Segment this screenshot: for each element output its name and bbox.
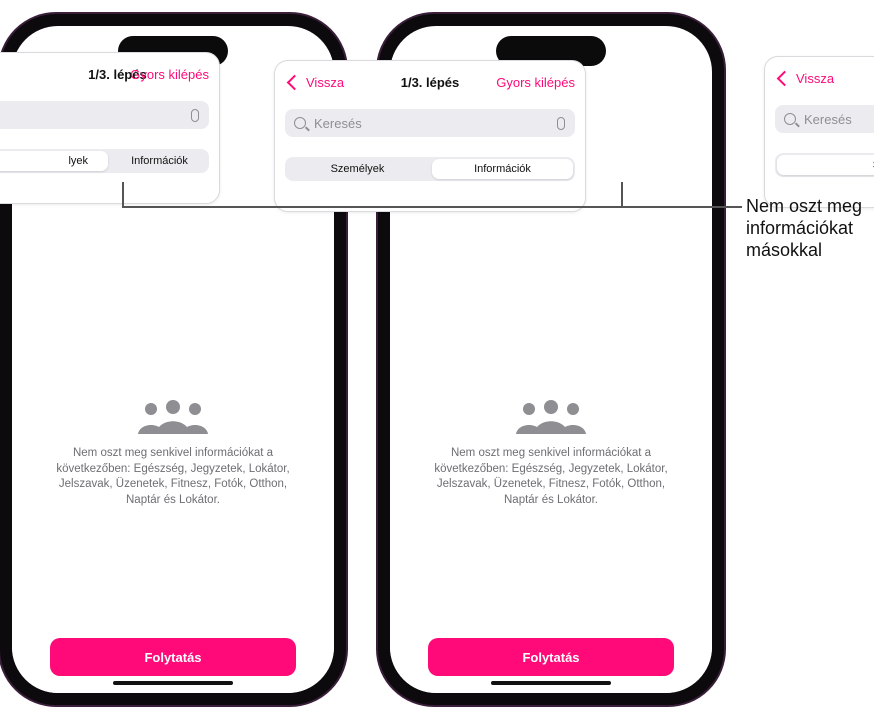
screen-content: Nem oszt meg senkivel információkat a kö… bbox=[12, 186, 334, 693]
search-placeholder: Keresés bbox=[314, 115, 362, 131]
callout-line-left-tick bbox=[122, 182, 124, 207]
search-placeholder: Keresés bbox=[804, 111, 852, 127]
callout-label: Nem oszt meg információkat másokkal bbox=[746, 195, 862, 261]
header-card-left: 1/3. lépés Gyors kilépés lyek Információ… bbox=[0, 52, 220, 204]
nav-bar: Vissza 1/3. lépés Gyors kilépés bbox=[285, 74, 575, 95]
segmented-control: lyek Információk bbox=[0, 149, 209, 173]
quick-exit-button[interactable]: Gyors kilépés bbox=[130, 67, 209, 82]
search-icon bbox=[294, 117, 306, 129]
callout-line-2: információkat bbox=[746, 218, 854, 238]
screen-content: Nem oszt meg senkivel információkat a kö… bbox=[390, 186, 712, 693]
back-label: Vissza bbox=[796, 71, 835, 86]
home-indicator bbox=[491, 681, 611, 685]
microphone-icon[interactable] bbox=[557, 116, 565, 130]
tab-people[interactable]: Szemé bbox=[777, 155, 874, 175]
callout-line-3: másokkal bbox=[746, 240, 823, 260]
header-card-right: Vissza 1/3. lépés Gyors kilépés Keresés … bbox=[274, 60, 586, 212]
home-indicator bbox=[113, 681, 233, 685]
back-label: Vissza bbox=[306, 75, 345, 90]
chevron-left-icon bbox=[776, 70, 793, 87]
step-title: 1/3. lépés bbox=[400, 75, 460, 90]
search-input[interactable]: Keresés bbox=[285, 109, 575, 137]
callout-line-horizontal bbox=[122, 206, 742, 208]
nav-bar: Vissza bbox=[775, 70, 874, 91]
tab-people[interactable]: Személyek bbox=[287, 159, 428, 179]
back-button[interactable]: Vissza bbox=[285, 74, 345, 91]
back-button[interactable]: Vissza bbox=[775, 70, 835, 87]
microphone-icon[interactable] bbox=[191, 108, 199, 122]
tab-info[interactable]: Információk bbox=[112, 151, 207, 171]
search-input[interactable]: Keresés bbox=[775, 105, 874, 133]
search-input[interactable] bbox=[0, 101, 209, 129]
continue-button[interactable]: Folytatás bbox=[50, 638, 296, 676]
people-group-icon bbox=[138, 400, 208, 434]
chevron-left-icon bbox=[286, 74, 303, 91]
quick-exit-button[interactable]: Gyors kilépés bbox=[496, 75, 575, 90]
callout-line-1: Nem oszt meg bbox=[746, 196, 863, 216]
people-group-icon bbox=[516, 400, 586, 434]
segmented-control: Személyek Információk bbox=[285, 157, 575, 181]
tab-info[interactable]: Információk bbox=[432, 159, 573, 179]
tab-people[interactable]: lyek bbox=[0, 151, 108, 171]
header-card-far: Vissza Keresés Szemé bbox=[764, 56, 874, 208]
empty-state-text: Nem oszt meg senkivel információkat a kö… bbox=[56, 447, 290, 506]
empty-state-text: Nem oszt meg senkivel információkat a kö… bbox=[434, 447, 668, 506]
segmented-control: Szemé bbox=[775, 153, 874, 177]
search-icon bbox=[784, 113, 796, 125]
nav-bar: 1/3. lépés Gyors kilépés bbox=[0, 67, 209, 87]
continue-button[interactable]: Folytatás bbox=[428, 638, 674, 676]
callout-line-right-tick bbox=[621, 182, 623, 207]
